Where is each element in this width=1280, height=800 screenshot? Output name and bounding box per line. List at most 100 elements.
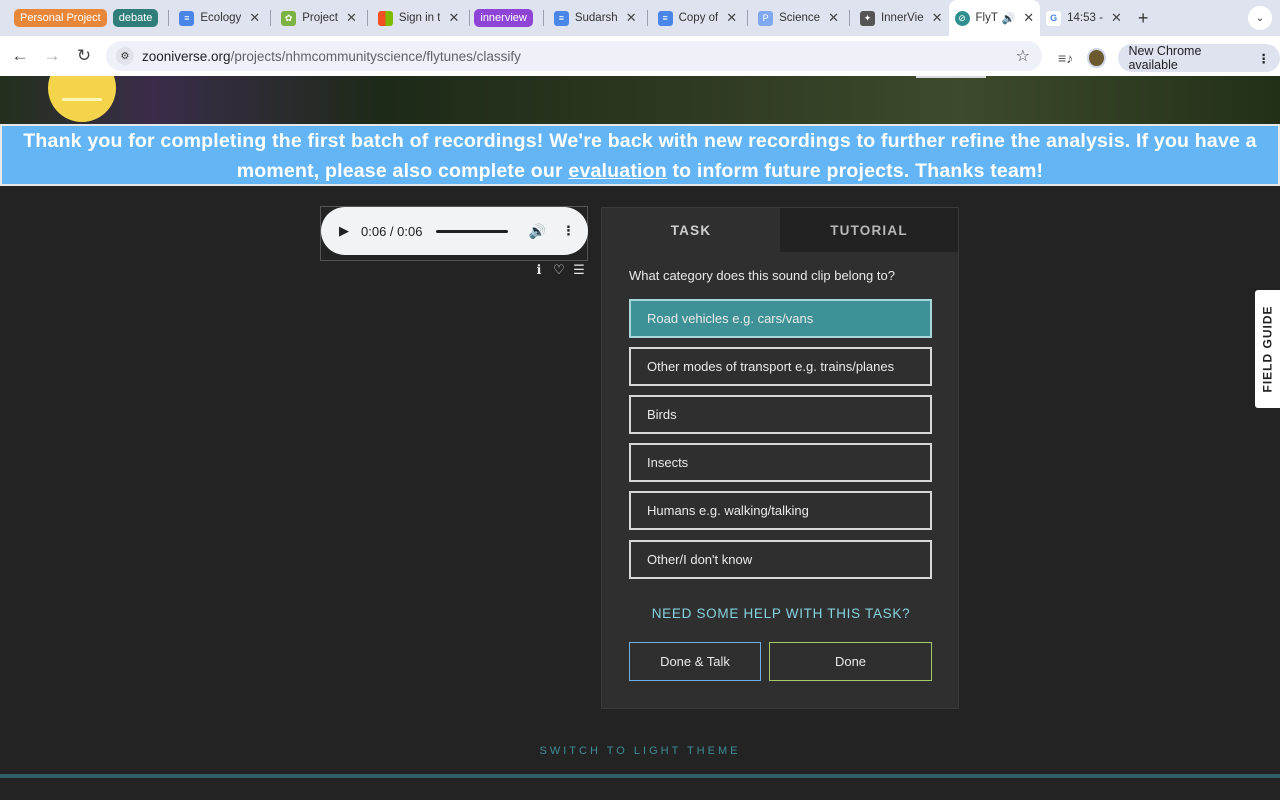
tab-title: InnerVie <box>880 12 924 24</box>
evaluation-link[interactable]: evaluation <box>568 160 666 182</box>
forward-icon[interactable]: → <box>36 46 68 66</box>
audio-player[interactable]: ▶ 0:06 / 0:06 🔊 ⋮ <box>321 207 588 255</box>
tab-separator <box>747 10 749 26</box>
tab-task[interactable]: TASK <box>602 208 780 252</box>
project-logo[interactable] <box>48 76 116 122</box>
close-icon[interactable]: ✕ <box>932 10 943 26</box>
tab-title: Science <box>779 12 821 24</box>
answer-birds[interactable]: Birds <box>629 395 932 434</box>
site-info-icon[interactable]: ⚙ <box>116 47 134 65</box>
profile-avatar[interactable] <box>1087 48 1107 68</box>
browser-toolbar: ← → ↻ ⚙ zooniverse.org/projects/nhmcommu… <box>0 36 1280 76</box>
theme-toggle-link[interactable]: SWITCH TO LIGHT THEME <box>0 745 1280 757</box>
address-bar[interactable]: ⚙ zooniverse.org/projects/nhmcommunitysc… <box>106 41 1042 71</box>
answer-insects[interactable]: Insects <box>629 443 932 482</box>
science-icon: P <box>758 10 774 26</box>
tab-separator <box>848 10 850 26</box>
tab-group-innerview[interactable]: innerview <box>474 9 533 27</box>
answer-other[interactable]: Other/I don't know <box>629 540 932 579</box>
answer-road-vehicles[interactable]: Road vehicles e.g. cars/vans <box>629 299 932 338</box>
tab-separator <box>542 10 544 26</box>
page-content: Thank you for completing the first batch… <box>0 76 1280 800</box>
close-icon[interactable]: ✕ <box>249 10 260 26</box>
tab-group-debate[interactable]: debate <box>112 9 159 27</box>
docs-icon: ≡ <box>553 10 569 26</box>
browser-tab[interactable]: ≡ Sudarsh ✕ <box>548 0 643 36</box>
list-icon[interactable]: ☰ <box>572 262 586 278</box>
more-vert-icon[interactable]: ⋮ <box>1258 51 1271 66</box>
tab-title: Sign in t <box>398 12 441 24</box>
google-icon: G <box>1046 10 1062 26</box>
bookmark-star-icon[interactable]: ☆ <box>1016 46 1030 66</box>
task-panel: TASK TUTORIAL What category does this so… <box>601 207 959 709</box>
new-tab-icon[interactable]: + <box>1138 8 1149 29</box>
heart-icon[interactable]: ♡ <box>552 262 566 278</box>
chrome-update-button[interactable]: New Chrome available ⋮ <box>1118 44 1280 72</box>
project-hero-image <box>0 76 1280 124</box>
url-host: zooniverse.org <box>142 48 231 64</box>
tab-separator <box>270 10 272 26</box>
tab-title: FlyTu <box>975 12 998 24</box>
browser-tab[interactable]: ✦ InnerVie ✕ <box>854 0 949 36</box>
close-icon[interactable]: ✕ <box>448 10 459 26</box>
info-icon[interactable]: ℹ <box>532 262 546 278</box>
field-guide-tab[interactable]: FIELD GUIDE <box>1255 290 1280 408</box>
done-and-talk-button[interactable]: Done & Talk <box>629 642 761 681</box>
tab-separator <box>168 10 170 26</box>
browser-tab[interactable]: Sign in t ✕ <box>372 0 465 36</box>
innerview-icon: ✦ <box>859 10 875 26</box>
close-icon[interactable]: ✕ <box>828 10 839 26</box>
done-button[interactable]: Done <box>769 642 932 681</box>
tab-separator <box>646 10 648 26</box>
tab-separator <box>366 10 368 26</box>
browser-tab[interactable]: P Science ✕ <box>752 0 845 36</box>
project-icon: ✿ <box>281 10 297 26</box>
play-icon[interactable]: ▶ <box>339 223 349 239</box>
media-controls-icon[interactable]: ≡♪ <box>1058 50 1073 66</box>
close-icon[interactable]: ✕ <box>1111 10 1122 26</box>
tab-title: Project <box>302 12 338 24</box>
close-icon[interactable]: ✕ <box>1023 10 1034 26</box>
tab-title: Sudarsh <box>574 12 618 24</box>
tab-separator <box>469 10 471 26</box>
close-icon[interactable]: ✕ <box>626 10 637 26</box>
subject-viewer: ▶ 0:06 / 0:06 🔊 ⋮ <box>320 206 588 261</box>
microsoft-icon <box>377 10 393 26</box>
field-guide-label: FIELD GUIDE <box>1260 305 1275 393</box>
close-icon[interactable]: ✕ <box>346 10 357 26</box>
hero-nav-underline <box>916 76 986 78</box>
browser-tab[interactable]: ✿ Project ✕ <box>275 0 363 36</box>
answer-other-transport[interactable]: Other modes of transport e.g. trains/pla… <box>629 347 932 386</box>
zooniverse-icon: ⊘ <box>954 10 970 26</box>
browser-tab[interactable]: ≡ Copy of ✕ <box>652 0 744 36</box>
docs-icon: ≡ <box>657 10 673 26</box>
docs-icon: ≡ <box>179 10 195 26</box>
browser-tab-active[interactable]: ⊘ FlyTu 🔊 ✕ <box>948 0 1041 36</box>
tab-title: Ecology <box>200 12 242 24</box>
tab-search-chevron-icon[interactable]: ⌄ <box>1248 6 1272 30</box>
tab-title: Copy of <box>678 12 719 24</box>
tab-title: 14:53 - <box>1067 12 1103 24</box>
more-icon[interactable]: ⋮ <box>562 223 575 239</box>
browser-tab-strip: Personal Project debate ≡ Ecology ✕ ✿ Pr… <box>0 0 1280 36</box>
audio-progress-bar[interactable] <box>436 229 509 233</box>
help-link[interactable]: NEED SOME HELP WITH THIS TASK? <box>602 606 960 621</box>
announcement-banner: Thank you for completing the first batch… <box>0 124 1280 186</box>
tab-group-personal-project[interactable]: Personal Project <box>14 9 107 27</box>
update-label: New Chrome available <box>1128 44 1202 72</box>
task-question: What category does this sound clip belon… <box>629 268 895 283</box>
close-icon[interactable]: ✕ <box>726 10 737 26</box>
browser-tab[interactable]: G 14:53 - ✕ <box>1040 0 1128 36</box>
volume-icon[interactable]: 🔊 <box>528 223 545 240</box>
back-icon[interactable]: ← <box>4 46 36 66</box>
footer-divider <box>0 774 1280 778</box>
answer-humans[interactable]: Humans e.g. walking/talking <box>629 491 932 530</box>
browser-tab[interactable]: ≡ Ecology ✕ <box>173 0 266 36</box>
audio-time: 0:06 / 0:06 <box>361 223 423 239</box>
url-path: /projects/nhmcommunityscience/flytunes/c… <box>230 48 521 64</box>
task-tabs: TASK TUTORIAL <box>602 208 958 252</box>
reload-icon[interactable]: ↻ <box>68 46 100 66</box>
tab-tutorial[interactable]: TUTORIAL <box>780 208 958 252</box>
subject-meta-tools: ℹ ♡ ☰ <box>532 262 586 278</box>
audio-playing-icon[interactable]: 🔊 <box>1002 12 1016 25</box>
